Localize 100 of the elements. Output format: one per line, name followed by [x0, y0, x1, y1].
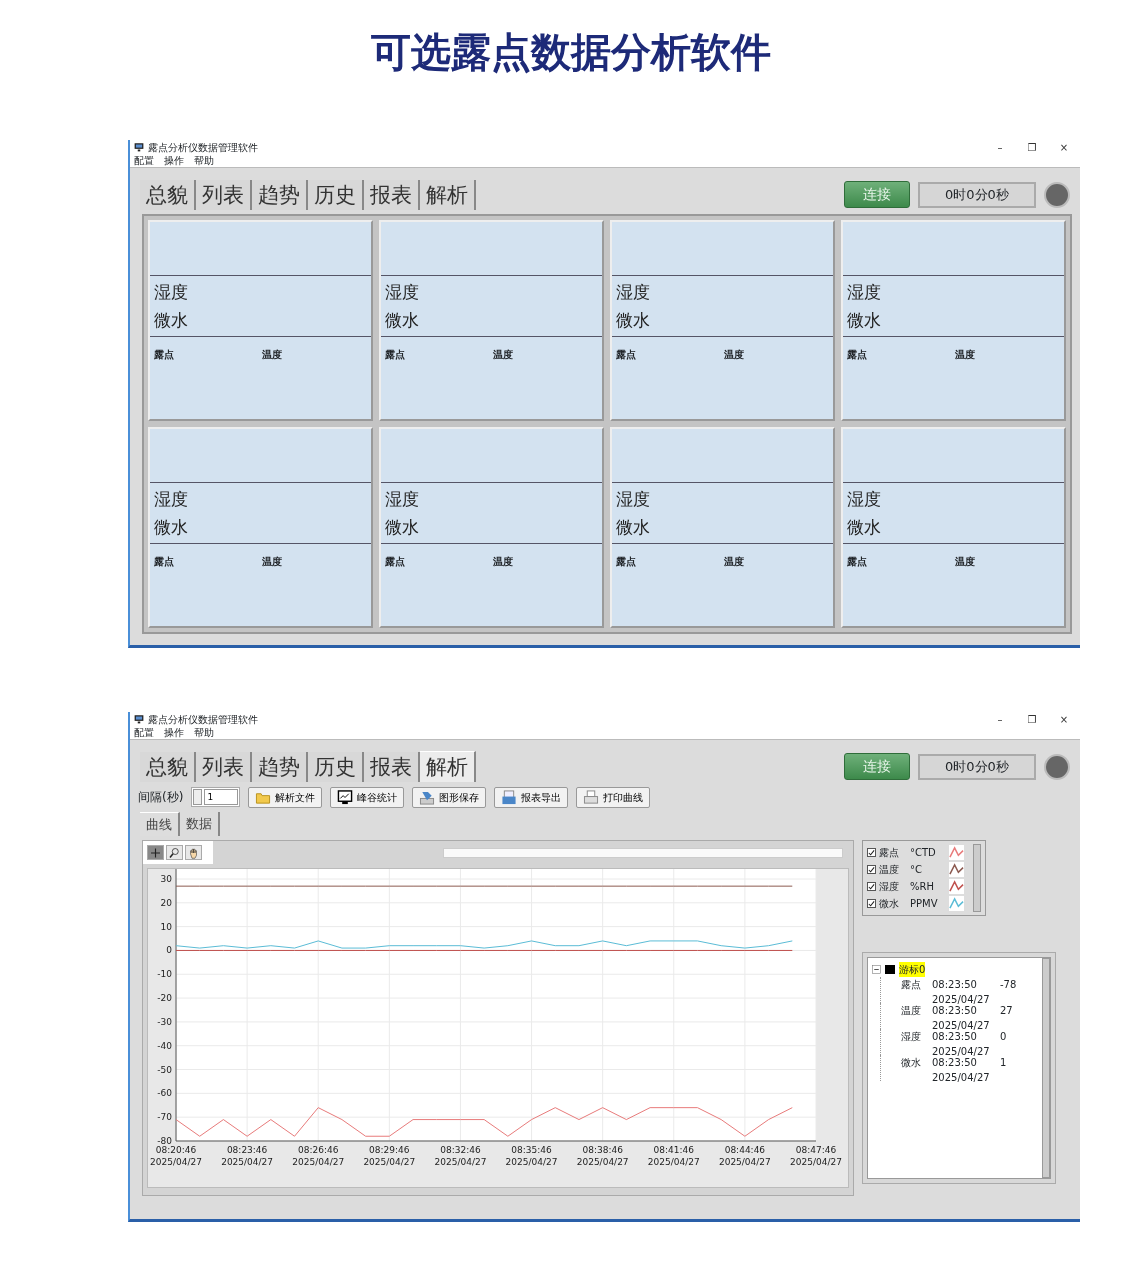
axis-tick-label: 10: [160, 921, 172, 932]
unit-label: PPMV: [910, 897, 939, 911]
cursor-date: 2025/04/27: [932, 1071, 991, 1085]
tab[interactable]: 解析: [420, 751, 476, 782]
zoom-tool-button[interactable]: [166, 845, 183, 860]
tab[interactable]: 历史: [308, 180, 364, 210]
tab[interactable]: 总貌: [140, 752, 196, 782]
line-style-icon: [949, 896, 964, 911]
tab[interactable]: 列表: [196, 752, 252, 782]
toolbar-button[interactable]: 峰谷统计: [330, 786, 405, 808]
tab[interactable]: 解析: [420, 180, 476, 210]
tree-item[interactable]: 露点: [880, 977, 932, 1003]
image-save-icon: [419, 789, 436, 805]
menu-item[interactable]: 操作: [164, 153, 184, 168]
interval-spinner[interactable]: 1: [191, 787, 241, 807]
timer-display: 0时0分0秒: [918, 181, 1036, 208]
reading-label: 露点: [385, 555, 406, 569]
axis-tick-label: -70: [157, 1112, 172, 1123]
reading-label: 温度: [955, 348, 975, 362]
reading-label: 温度: [262, 555, 282, 569]
reading-label: 微水: [154, 516, 189, 539]
reading-label: 露点: [385, 348, 406, 362]
toolbar-button[interactable]: 打印曲线: [576, 786, 651, 808]
tab[interactable]: 报表: [364, 180, 420, 210]
reading-label: 温度: [724, 348, 744, 362]
menu-item[interactable]: 配置: [134, 153, 154, 168]
cursor-label: 游标0: [899, 962, 926, 977]
reading-label: 微水: [847, 516, 882, 539]
tab[interactable]: 列表: [196, 180, 252, 210]
axis-tick-label: 20: [160, 897, 172, 908]
checkbox[interactable]: [867, 899, 876, 908]
toolbar-button[interactable]: 图形保存: [412, 786, 487, 808]
toolbar-button[interactable]: 报表导出: [494, 786, 569, 808]
window-title: 露点分析仪数据管理软件: [148, 140, 258, 155]
toolbar-button[interactable]: 解析文件: [248, 786, 323, 808]
reading-label: 湿度: [616, 281, 651, 304]
tree-item[interactable]: 湿度: [880, 1029, 932, 1055]
menu-item[interactable]: 操作: [164, 725, 184, 740]
axis-tick-label: 08:38:46 2025/04/27: [576, 1145, 629, 1167]
axis-tick-label: -80: [157, 1136, 172, 1146]
close-button[interactable]: ×: [1048, 712, 1080, 727]
reading-label: 微水: [154, 309, 189, 332]
reading-label: 湿度: [847, 488, 882, 511]
axis-tick-label: -60: [157, 1088, 172, 1099]
reading-label: 温度: [493, 555, 513, 569]
reading-label: 湿度: [385, 281, 420, 304]
axis-tick-label: 08:32:46 2025/04/27: [434, 1145, 487, 1167]
tab[interactable]: 趋势: [252, 752, 308, 782]
minimize-button[interactable]: –: [984, 140, 1016, 155]
checkbox[interactable]: [867, 882, 876, 891]
hand-icon: [187, 846, 200, 859]
axis-tick-label: -50: [157, 1064, 172, 1075]
scroll-bar[interactable]: [443, 847, 843, 858]
interval-label: 间隔(秒): [138, 789, 184, 806]
reading-label: 微水: [847, 309, 882, 332]
axis-tick-label: 0: [166, 945, 172, 956]
reading-label: 温度: [262, 348, 282, 362]
tree-item[interactable]: 微水: [880, 1055, 932, 1081]
checkbox[interactable]: [867, 865, 876, 874]
reading-label: 露点: [616, 555, 637, 569]
axis-tick-label: -10: [157, 969, 172, 980]
menu-item[interactable]: 帮助: [194, 153, 214, 168]
restore-button[interactable]: ❐: [1016, 140, 1048, 155]
axis-tick-label: 08:47:46 2025/04/27: [790, 1145, 842, 1167]
series-label: 露点: [879, 846, 900, 860]
cursor-value: 27: [1000, 1004, 1013, 1018]
reading-label: 湿度: [385, 488, 420, 511]
axis-tick-label: 08:20:46 2025/04/27: [150, 1145, 202, 1167]
tab[interactable]: 历史: [308, 752, 364, 782]
tree-item[interactable]: 温度: [880, 1003, 932, 1029]
reading-label: 露点: [847, 555, 868, 569]
scroll-bar[interactable]: [973, 844, 981, 912]
unit-label: °CTD: [910, 846, 937, 860]
tab[interactable]: 数据: [180, 812, 220, 836]
reading-label: 露点: [154, 348, 175, 362]
reading-label: 微水: [616, 309, 651, 332]
restore-button[interactable]: ❐: [1016, 712, 1048, 727]
tab[interactable]: 报表: [364, 752, 420, 782]
tab[interactable]: 曲线: [140, 812, 180, 836]
reading-label: 湿度: [154, 488, 189, 511]
crosshair-tool-button[interactable]: [147, 845, 164, 860]
window-title: 露点分析仪数据管理软件: [148, 712, 258, 727]
line-style-icon: [949, 845, 964, 860]
menu-item[interactable]: 配置: [134, 725, 154, 740]
tab[interactable]: 趋势: [252, 180, 308, 210]
hand-tool-button[interactable]: [185, 845, 202, 860]
menu-item[interactable]: 帮助: [194, 725, 214, 740]
close-button[interactable]: ×: [1048, 140, 1080, 155]
tab[interactable]: 总貌: [140, 180, 196, 210]
collapse-icon[interactable]: [872, 965, 881, 974]
reading-label: 微水: [385, 309, 420, 332]
axis-tick-label: -30: [157, 1016, 172, 1027]
reading-label: 温度: [493, 348, 513, 362]
checkbox[interactable]: [867, 848, 876, 857]
scroll-bar[interactable]: [1042, 958, 1050, 1178]
cursor-time: 08:23:50: [932, 978, 978, 992]
axis-tick-label: 08:35:46 2025/04/27: [505, 1145, 558, 1167]
app-icon: [134, 714, 144, 724]
minimize-button[interactable]: –: [984, 712, 1016, 727]
reading-label: 温度: [724, 555, 744, 569]
